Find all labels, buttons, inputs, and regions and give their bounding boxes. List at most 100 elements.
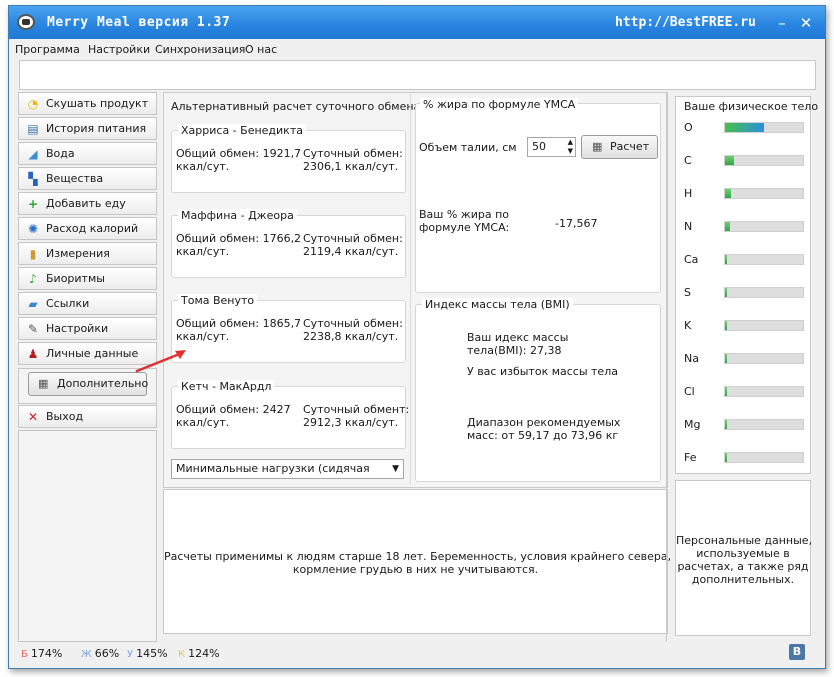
sidebar-item-calories[interactable]: ✺ Расход калорий bbox=[18, 217, 157, 240]
element-label: Fe bbox=[684, 451, 697, 464]
daily-label: Суточный обмен: bbox=[303, 317, 403, 330]
bmi-line-2: тела(BMI): 27,38 bbox=[467, 344, 562, 357]
element-label: Cl bbox=[684, 385, 695, 398]
calculate-button[interactable]: ▦ Расчет bbox=[581, 135, 658, 159]
sidebar-item-label: Измерения bbox=[46, 247, 110, 260]
activity-select[interactable]: Минимальные нагрузки (сидячая работа) ▼ bbox=[171, 459, 404, 479]
status-value: 174% bbox=[30, 647, 63, 660]
bmi-line-1: Ваш идекс массы bbox=[467, 331, 569, 344]
annotation-arrow bbox=[135, 350, 186, 373]
fat-result-value: -17,567 bbox=[555, 217, 598, 230]
exit-button[interactable]: ✕ Выход bbox=[18, 405, 157, 428]
bmi-title: Индекс массы тела (BMI) bbox=[422, 298, 573, 311]
pacman-icon: ◔ bbox=[27, 97, 39, 111]
vk-icon[interactable]: B bbox=[789, 644, 805, 660]
waist-input[interactable]: 50 ▲ ▼ bbox=[527, 137, 576, 157]
window-title: Merry Meal версия 1.37 bbox=[47, 15, 231, 30]
total-unit: ккал/сут. bbox=[176, 245, 230, 258]
status-fats: Ж 66% bbox=[81, 647, 119, 660]
daily-value: 2238,8 ккал/сут. bbox=[303, 330, 399, 343]
element-bar-fill bbox=[725, 255, 727, 264]
extra-button-label: Дополнительно bbox=[57, 377, 149, 390]
splitter[interactable] bbox=[666, 92, 670, 642]
person-icon: ♟ bbox=[27, 347, 39, 361]
sidebar-item-eat[interactable]: ◔ Скушать продукт bbox=[18, 92, 157, 115]
method-name: Тома Венуто bbox=[178, 294, 258, 307]
sidebar-item-label: Добавить еду bbox=[46, 197, 126, 210]
total-unit: ккал/сут. bbox=[176, 330, 230, 343]
close-icon: ✕ bbox=[27, 410, 39, 424]
menu-settings[interactable]: Настройки bbox=[88, 43, 150, 56]
title-bar[interactable]: Merry Meal версия 1.37 http://BestFREE.r… bbox=[9, 6, 825, 39]
method-harris: Харриса - Бенедикта Общий обмен: 1921,7 … bbox=[171, 124, 406, 193]
element-bar bbox=[724, 155, 804, 166]
element-label: Mg bbox=[684, 418, 701, 431]
fat-section: % жира по формуле YMCA Объем талии, см 5… bbox=[415, 98, 661, 293]
sidebar-item-measurements[interactable]: ▮ Измерения bbox=[18, 242, 157, 265]
sidebar-item-label: Расход калорий bbox=[46, 222, 139, 235]
sidebar-item-history[interactable]: ▤ История питания bbox=[18, 117, 157, 140]
body-panel: Ваше физическое тело O C H N Ca S K Na Cl Mg Fe bbox=[675, 96, 818, 474]
method-name: Маффина - Джеора bbox=[178, 209, 297, 222]
sidebar-item-add-food[interactable]: + Добавить еду bbox=[18, 192, 157, 215]
method-name: Кетч - МакАрдл bbox=[178, 380, 275, 393]
bmi-range-1: Диапазон рекомендуемых bbox=[467, 416, 621, 429]
close-button[interactable]: ✕ bbox=[795, 13, 817, 33]
sidebar-item-links[interactable]: ▰ Ссылки bbox=[18, 292, 157, 315]
element-bar bbox=[724, 254, 804, 265]
sidebar-item-label: Скушать продукт bbox=[46, 97, 149, 110]
element-bar-fill bbox=[725, 321, 727, 330]
watermark: http://BestFREE.ru bbox=[615, 15, 756, 30]
fat-title: % жира по формуле YMCA bbox=[420, 98, 579, 111]
sidebar-item-label: Биоритмы bbox=[46, 272, 105, 285]
method-mifflin: Маффина - Джеора Общий обмен: 1766,2 кка… bbox=[171, 209, 406, 278]
daily-value: 2306,1 ккал/сут. bbox=[303, 160, 399, 173]
element-bar bbox=[724, 320, 804, 331]
element-bar bbox=[724, 287, 804, 298]
exit-label: Выход bbox=[46, 410, 84, 423]
minimize-button[interactable]: – bbox=[771, 13, 793, 33]
sidebar-item-substances[interactable]: ▚ Вещества bbox=[18, 167, 157, 190]
element-bar-fill bbox=[725, 453, 727, 462]
sidebar-item-biorhythms[interactable]: ♪ Биоритмы bbox=[18, 267, 157, 290]
status-key: У bbox=[127, 649, 134, 660]
daily-value: 2119,4 ккал/сут. bbox=[303, 245, 399, 258]
note-panel: Расчеты применимы к людям старше 18 лет.… bbox=[163, 489, 672, 634]
spinner-arrows-icon[interactable]: ▲ ▼ bbox=[568, 138, 573, 156]
element-bar-fill bbox=[725, 123, 764, 132]
menu-about[interactable]: О нас bbox=[245, 43, 277, 56]
element-bar-fill bbox=[725, 288, 727, 297]
fat-result-label-1: Ваш % жира по bbox=[419, 208, 509, 221]
element-bar-fill bbox=[725, 420, 727, 429]
total-label: Общий обмен: 1766,2 bbox=[176, 232, 302, 245]
daily-label: Суточный обмен: bbox=[303, 147, 403, 160]
app-window: Merry Meal версия 1.37 http://BestFREE.r… bbox=[8, 5, 826, 669]
wrench-icon: ✎ bbox=[27, 322, 39, 336]
status-value: 124% bbox=[188, 647, 220, 660]
personal-note-line-4: дополнительных. bbox=[691, 573, 795, 586]
ruler-icon: ▮ bbox=[29, 247, 37, 261]
sidebar-empty-area bbox=[18, 430, 157, 642]
method-katch: Кетч - МакАрдл Общий обмен: 2427 ккал/су… bbox=[171, 380, 409, 449]
element-bar bbox=[724, 419, 804, 430]
menu-sync[interactable]: Синхронизация bbox=[155, 43, 245, 56]
sidebar-item-label: Настройки bbox=[46, 322, 109, 335]
status-key: Б bbox=[21, 649, 28, 660]
element-label: Ca bbox=[684, 253, 699, 266]
water-icon: ◢ bbox=[28, 147, 38, 161]
body-title: Ваше физическое тело bbox=[684, 100, 819, 113]
sidebar-item-label: История питания bbox=[46, 122, 147, 135]
calculator-icon: ▦ bbox=[592, 140, 603, 153]
menu-program[interactable]: Программа bbox=[15, 43, 80, 56]
flask-icon: ▚ bbox=[28, 172, 38, 186]
waist-value: 50 bbox=[532, 140, 546, 153]
note-line-1: Расчеты применимы к людям старше 18 лет.… bbox=[164, 550, 672, 563]
extra-button[interactable]: ▦ Дополнительно bbox=[28, 372, 149, 396]
calculator-icon: ▦ bbox=[38, 377, 49, 390]
calculate-label: Расчет bbox=[610, 140, 650, 153]
sidebar-item-water[interactable]: ◢ Вода bbox=[18, 142, 157, 165]
element-label: O bbox=[684, 121, 693, 134]
sidebar-item-settings[interactable]: ✎ Настройки bbox=[18, 317, 157, 340]
status-proteins: Б 174% bbox=[21, 647, 62, 660]
status-key: К bbox=[178, 649, 186, 660]
